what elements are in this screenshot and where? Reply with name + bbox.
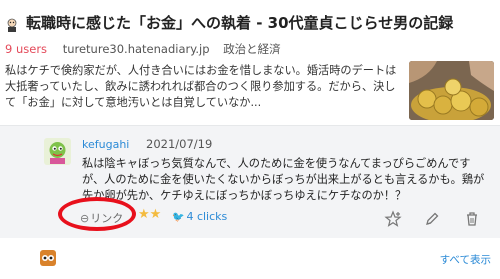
show-all-link[interactable]: すべて表示: [440, 252, 491, 267]
comment-text: 私は陰キャぼっち気質なんで、人のために金を使うなんてまっぴらごめんですが、人のた…: [82, 157, 485, 202]
user-avatar[interactable]: [44, 138, 71, 165]
edit-pencil-icon[interactable]: [423, 210, 441, 228]
comment-username[interactable]: kefugahi: [82, 138, 129, 151]
hatena-owl-icon[interactable]: [40, 250, 56, 266]
entry-title[interactable]: 転職時に感じた「お金」への執着 - 30代童貞こじらせ男の記録: [26, 12, 496, 33]
entry-domain[interactable]: tureture30.hatenadiary.jp: [63, 42, 210, 56]
twitter-clicks[interactable]: 🐦 4 clicks: [172, 210, 227, 223]
site-favicon-icon: [4, 17, 20, 33]
coins-image[interactable]: [409, 61, 494, 120]
annotation-highlight-circle: [58, 197, 136, 231]
delete-trash-icon[interactable]: [463, 210, 481, 228]
comment-date: 2021/07/19: [146, 137, 213, 151]
bookmark-entry: 転職時に感じた「お金」への執着 - 30代童貞こじらせ男の記録 9 users …: [0, 0, 500, 279]
twitter-bird-icon: 🐦: [172, 212, 185, 223]
entry-category[interactable]: 政治と経済: [223, 42, 281, 56]
star-icons[interactable]: ★★: [138, 207, 161, 222]
clicks-label: 4 clicks: [186, 210, 228, 223]
entry-meta: 9 users tureture30.hatenadiary.jp 政治と経済: [5, 41, 281, 57]
add-star-icon[interactable]: [384, 210, 402, 228]
entry-summary: 私はケチで倹約家だが、人付き合いにはお金を惜しまない。婚活時のデートは大抵奢って…: [5, 64, 397, 109]
bookmark-users-count[interactable]: 9 users: [5, 42, 47, 56]
